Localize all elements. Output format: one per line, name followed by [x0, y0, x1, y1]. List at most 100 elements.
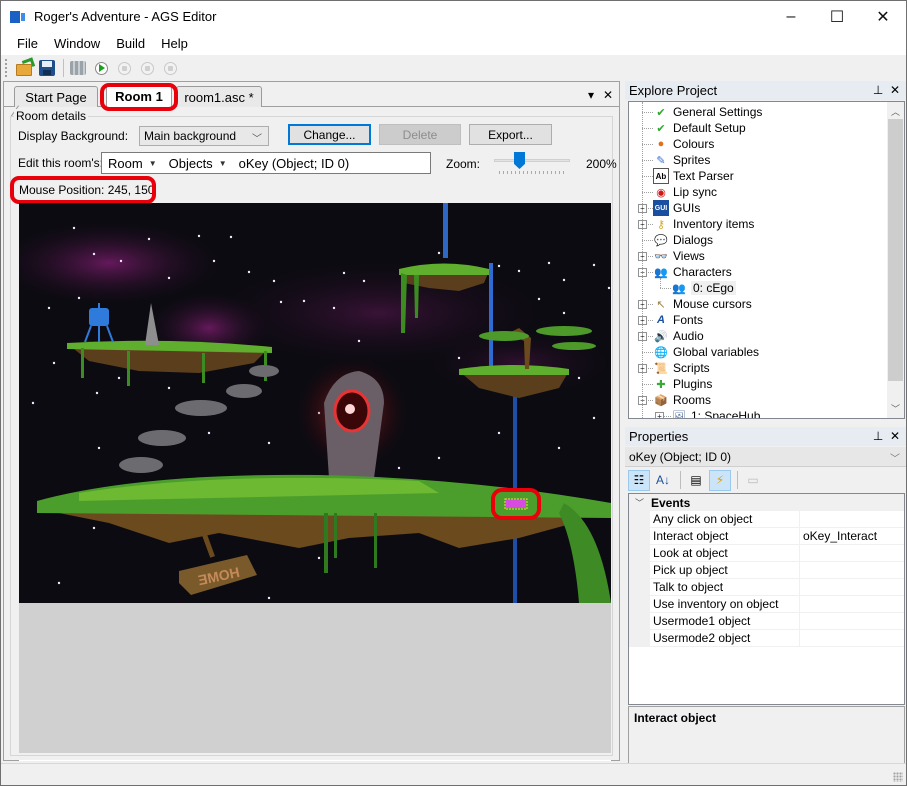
- tree-item[interactable]: 💬 Dialogs: [653, 232, 713, 248]
- expand-icon[interactable]: +: [655, 412, 664, 418]
- run-icon[interactable]: [92, 59, 110, 77]
- open-folder-icon[interactable]: [15, 59, 33, 77]
- change-button[interactable]: Change...: [288, 124, 371, 145]
- property-row[interactable]: Look at object: [629, 545, 904, 562]
- tree-item[interactable]: Ab Text Parser: [653, 168, 734, 184]
- scroll-down-icon[interactable]: ﹀: [891, 402, 900, 415]
- breadcrumb-objects[interactable]: Objects: [169, 156, 213, 171]
- close-window-button[interactable]: ✕: [860, 1, 906, 32]
- pin-icon[interactable]: ⊥: [873, 429, 883, 443]
- tree-item[interactable]: ◉ Lip sync: [653, 184, 717, 200]
- property-value[interactable]: [800, 630, 904, 647]
- tab-room1-asc[interactable]: room1.asc *: [176, 86, 262, 107]
- maximize-button[interactable]: ☐: [814, 1, 860, 32]
- status-bar: [1, 763, 906, 785]
- delete-button[interactable]: Delete: [379, 124, 461, 145]
- menu-file[interactable]: File: [9, 36, 46, 51]
- resize-grip[interactable]: [893, 772, 903, 782]
- events-category[interactable]: ﹀ Events: [629, 494, 904, 511]
- tree-item[interactable]: 🔊 Audio: [653, 328, 704, 344]
- tree-item[interactable]: 📜 Scripts: [653, 360, 710, 376]
- tree-item[interactable]: ● Colours: [653, 136, 715, 152]
- alphabetical-icon[interactable]: A↓: [652, 470, 674, 491]
- tree-item[interactable]: ↖ Mouse cursors: [653, 296, 752, 312]
- pin-icon[interactable]: ⊥: [873, 83, 883, 97]
- property-value[interactable]: [800, 613, 904, 630]
- minimize-button[interactable]: –: [768, 1, 814, 32]
- property-value[interactable]: [800, 511, 904, 528]
- tree-item[interactable]: 📦 Rooms: [653, 392, 711, 408]
- categorized-icon[interactable]: ☷: [628, 469, 650, 491]
- default-setup-icon: ✔: [656, 122, 666, 135]
- breadcrumb-okey[interactable]: oKey (Object; ID 0): [239, 156, 350, 171]
- tab-start-page[interactable]: Start Page: [14, 86, 98, 107]
- zoom-thumb[interactable]: [514, 152, 525, 169]
- property-row[interactable]: Interact object oKey_Interact: [629, 528, 904, 545]
- save-icon[interactable]: [38, 59, 56, 77]
- property-name: Look at object: [650, 545, 800, 562]
- tree-vertical-scrollbar[interactable]: ︿ ﹀: [887, 102, 904, 418]
- property-help-title: Interact object: [634, 711, 717, 725]
- property-value[interactable]: [800, 545, 904, 562]
- tree-item[interactable]: ⚷ Inventory items: [653, 216, 754, 232]
- zoom-slider[interactable]: [494, 152, 570, 176]
- property-row[interactable]: Talk to object: [629, 579, 904, 596]
- tree-item-label: Dialogs: [673, 233, 714, 247]
- property-name: Use inventory on object: [650, 596, 800, 613]
- room-view[interactable]: HOME: [19, 203, 611, 753]
- tree-item[interactable]: 🖼 1: SpaceHub: [671, 408, 760, 418]
- tree-item[interactable]: 🌐 Global variables: [653, 344, 759, 360]
- property-name: Pick up object: [650, 562, 800, 579]
- project-tree[interactable]: ✔ General Settings ✔ Default Setup ● Colours ✎…: [628, 101, 905, 419]
- scrollbar-thumb[interactable]: [888, 119, 903, 381]
- events-icon[interactable]: ⚡: [709, 469, 731, 491]
- property-row[interactable]: Use inventory on object: [629, 596, 904, 613]
- menu-window[interactable]: Window: [46, 36, 108, 51]
- tree-item-label: Mouse cursors: [673, 297, 752, 311]
- breadcrumb-arrow-icon[interactable]: ▼: [149, 159, 157, 168]
- stop-icon[interactable]: [161, 59, 179, 77]
- close-panel-icon[interactable]: ✕: [890, 83, 900, 97]
- step-icon[interactable]: [138, 59, 156, 77]
- tree-item[interactable]: ✚ Plugins: [653, 376, 712, 392]
- breadcrumb-arrow-icon[interactable]: ▼: [219, 159, 227, 168]
- tree-connector: [660, 278, 661, 288]
- property-row[interactable]: Usermode1 object: [629, 613, 904, 630]
- tree-item[interactable]: 👥 Characters: [653, 264, 732, 280]
- tab-dropdown-icon[interactable]: ▾: [588, 88, 594, 102]
- property-value[interactable]: oKey_Interact: [800, 528, 904, 545]
- tree-item[interactable]: GUI GUIs: [653, 200, 700, 216]
- property-value[interactable]: [800, 579, 904, 596]
- tab-close-icon[interactable]: ✕: [603, 88, 613, 102]
- properties-icon[interactable]: ▤: [685, 470, 707, 491]
- property-row[interactable]: Pick up object: [629, 562, 904, 579]
- breadcrumb-room[interactable]: Room: [108, 156, 143, 171]
- tree-item[interactable]: ✔ General Settings: [653, 104, 762, 120]
- property-row[interactable]: Any click on object: [629, 511, 904, 528]
- tree-item[interactable]: ✔ Default Setup: [653, 120, 745, 136]
- tree-item[interactable]: 👓 Views: [653, 248, 705, 264]
- object-selector[interactable]: oKey (Object; ID 0) ﹀: [625, 447, 906, 467]
- toolbar-grip[interactable]: [5, 59, 8, 77]
- build-icon[interactable]: [69, 59, 87, 77]
- scroll-up-icon[interactable]: ︿: [891, 105, 900, 118]
- row-margin: [629, 613, 650, 630]
- menu-help[interactable]: Help: [153, 36, 196, 51]
- tab-label: Start Page: [25, 89, 87, 105]
- pause-icon[interactable]: [115, 59, 133, 77]
- background-select[interactable]: Main background ﹀: [139, 126, 269, 146]
- menu-build[interactable]: Build: [108, 36, 153, 51]
- tree-item[interactable]: A Fonts: [653, 312, 703, 328]
- property-value[interactable]: [800, 562, 904, 579]
- property-pages-icon[interactable]: ▭: [742, 470, 764, 491]
- tree-item[interactable]: 👥 0: cEgo: [671, 280, 736, 296]
- mouse-position-highlight-annotation: [10, 176, 156, 204]
- tree-item-label: Views: [673, 249, 705, 263]
- room-canvas[interactable]: HOME: [19, 203, 611, 603]
- tree-item[interactable]: ✎ Sprites: [653, 152, 710, 168]
- export-button[interactable]: Export...: [469, 124, 552, 145]
- okey-object[interactable]: [504, 498, 528, 510]
- close-panel-icon[interactable]: ✕: [890, 429, 900, 443]
- property-value[interactable]: [800, 596, 904, 613]
- property-row[interactable]: Usermode2 object: [629, 630, 904, 647]
